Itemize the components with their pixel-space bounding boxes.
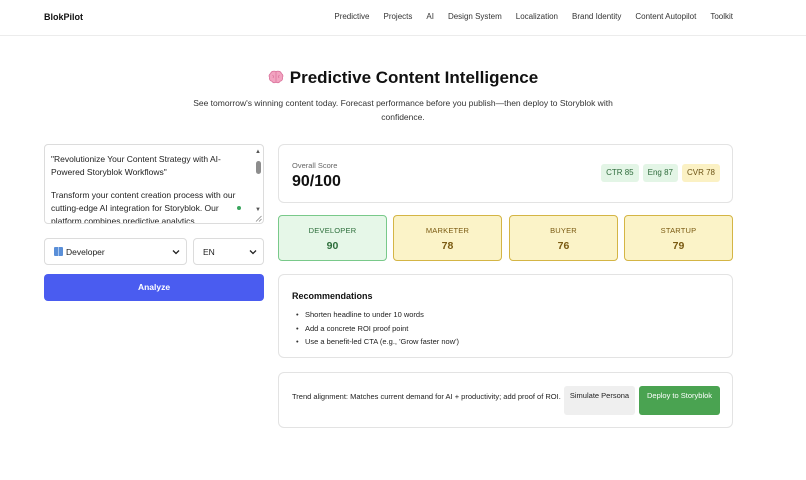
trend-alignment-text: Trend alignment: Matches current demand … (292, 392, 561, 401)
page-subtitle: See tomorrow's winning content today. Fo… (193, 98, 613, 122)
persona-score: 78 (441, 240, 454, 252)
status-dot-icon (237, 206, 241, 210)
list-item: Shorten headline to under 10 words (296, 308, 459, 322)
brand-logo[interactable]: BlokPilot (44, 12, 83, 22)
textarea-content: "Revolutionize Your Content Strategy wit… (51, 153, 247, 224)
persona-name: MARKETER (425, 226, 470, 235)
ctr-badge: CTR 85 (601, 164, 639, 182)
input-panel: "Revolutionize Your Content Strategy wit… (44, 144, 264, 301)
cvr-badge: CVR 78 (681, 164, 720, 182)
nav-brand-identity[interactable]: Brand Identity (572, 12, 621, 21)
language-select-value: EN (203, 247, 215, 257)
resize-handle-icon[interactable] (255, 215, 262, 222)
persona-select-label: Developer (66, 247, 105, 257)
analyze-button[interactable]: Analyze (44, 274, 264, 301)
metric-badges: CTR 85 Eng 87 CVR 78 (601, 164, 720, 182)
top-bar: BlokPilot Predictive Projects AI Design … (0, 0, 806, 36)
persona-card-buyer[interactable]: BUYER 76 (509, 215, 618, 261)
nav-projects[interactable]: Projects (383, 12, 412, 21)
list-item: Use a benefit-led CTA (e.g., 'Grow faste… (296, 335, 459, 349)
page-title-text: Predictive Content Intelligence (289, 68, 539, 87)
page-title: Predictive Content Intelligence (0, 68, 806, 88)
scroll-thumb[interactable] (255, 161, 261, 174)
persona-name: STARTUP (660, 226, 697, 235)
simulate-persona-button[interactable]: Simulate Persona (564, 386, 635, 415)
overall-score-value: 90/100 (292, 173, 341, 190)
nav-predictive[interactable]: Predictive (334, 12, 369, 21)
overall-score-label: Overall Score (292, 161, 338, 170)
persona-score: 76 (557, 240, 570, 252)
recommendations-title: Recommendations (292, 291, 373, 301)
chevron-down-icon (249, 250, 257, 255)
book-icon (54, 247, 63, 256)
trend-card: Trend alignment: Matches current demand … (278, 372, 733, 428)
language-select[interactable]: EN (193, 238, 264, 265)
textarea-scrollbar[interactable]: ▲ ▼ (255, 149, 261, 213)
nav-content-autopilot[interactable]: Content Autopilot (635, 12, 696, 21)
persona-card-marketer[interactable]: MARKETER 78 (393, 215, 502, 261)
persona-name: BUYER (550, 226, 577, 235)
recommendations-list: Shorten headline to under 10 words Add a… (296, 308, 459, 349)
nav-ai[interactable]: AI (426, 12, 434, 21)
content-textarea[interactable]: "Revolutionize Your Content Strategy wit… (44, 144, 264, 224)
scroll-up-arrow-icon[interactable]: ▲ (255, 149, 261, 155)
nav-design-system[interactable]: Design System (448, 12, 502, 21)
engagement-badge: Eng 87 (642, 164, 678, 182)
list-item: Add a concrete ROI proof point (296, 322, 459, 336)
persona-select[interactable]: Developer (44, 238, 187, 265)
persona-card-developer[interactable]: DEVELOPER 90 (278, 215, 387, 261)
scroll-down-arrow-icon[interactable]: ▼ (255, 207, 261, 213)
content-headline: "Revolutionize Your Content Strategy wit… (51, 154, 221, 177)
persona-select-value: Developer (54, 247, 105, 257)
persona-name: DEVELOPER (308, 226, 357, 235)
nav-localization[interactable]: Localization (516, 12, 558, 21)
chevron-down-icon (172, 250, 180, 255)
persona-score: 79 (672, 240, 685, 252)
deploy-to-storyblok-button[interactable]: Deploy to Storyblok (639, 386, 720, 415)
recommendations-card: Recommendations Shorten headline to unde… (278, 274, 733, 358)
content-body: Transform your content creation process … (51, 190, 236, 224)
main-nav: Predictive Projects AI Design System Loc… (334, 12, 733, 21)
persona-card-startup[interactable]: STARTUP 79 (624, 215, 733, 261)
brain-icon (268, 70, 284, 84)
persona-score: 90 (326, 240, 339, 252)
overall-score-card: Overall Score 90/100 CTR 85 Eng 87 CVR 7… (278, 144, 733, 203)
nav-toolkit[interactable]: Toolkit (710, 12, 733, 21)
